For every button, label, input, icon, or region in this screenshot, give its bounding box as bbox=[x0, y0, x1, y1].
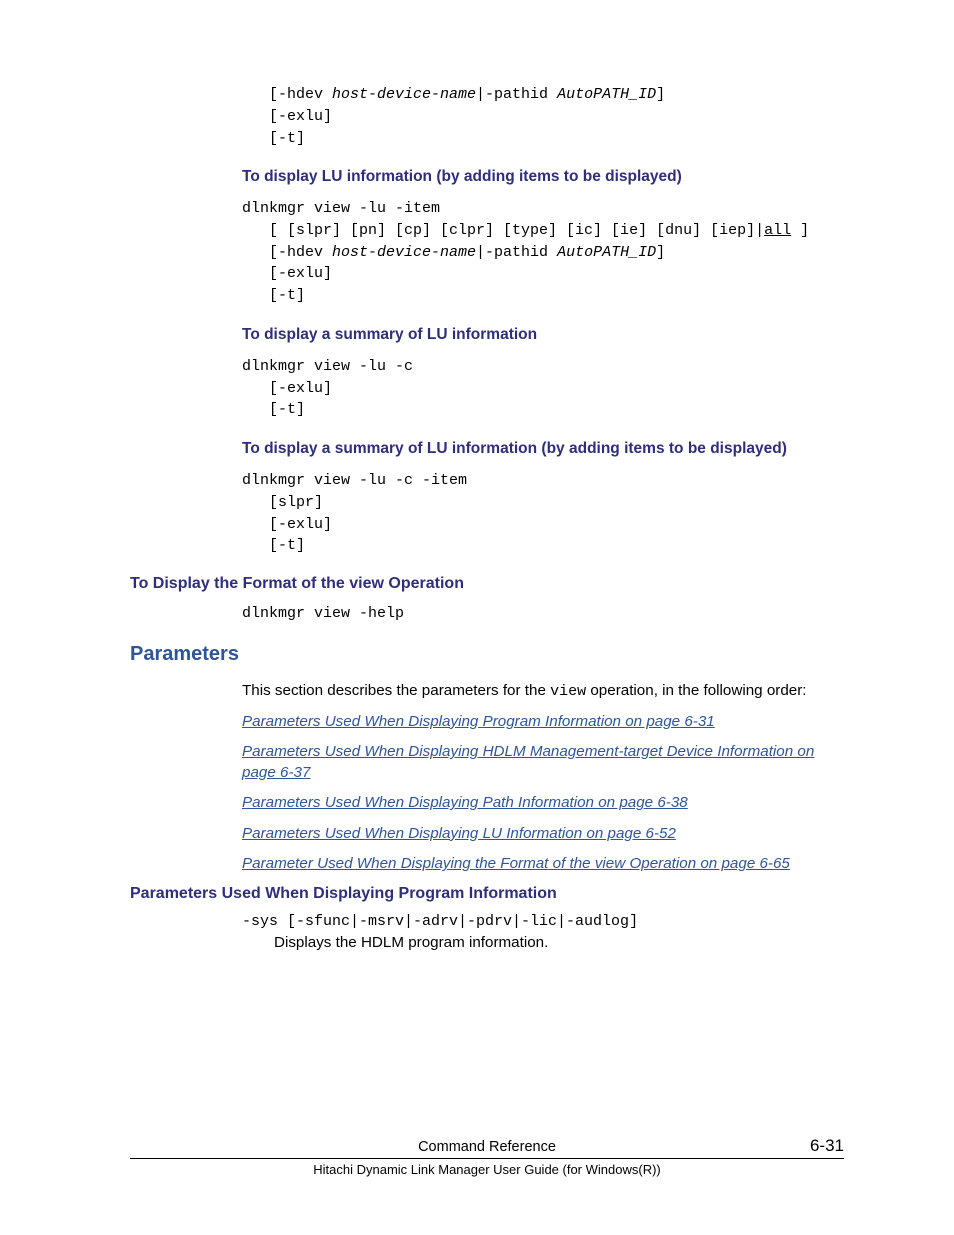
footer-chapter: Command Reference bbox=[190, 1139, 784, 1155]
heading-program-info-params: Parameters Used When Displaying Program … bbox=[130, 885, 844, 903]
heading-parameters: Parameters bbox=[130, 643, 844, 666]
heading-view-format: To Display the Format of the view Operat… bbox=[130, 575, 844, 593]
option-sys-desc: Displays the HDLM program information. bbox=[274, 934, 844, 951]
footer-doc-title: Hitachi Dynamic Link Manager User Guide … bbox=[130, 1159, 844, 1177]
heading-lu-summary: To display a summary of LU information bbox=[242, 325, 844, 346]
link-path-info[interactable]: Parameters Used When Displaying Path Inf… bbox=[242, 793, 844, 814]
code-block-lu-summary: dlnkmgr view -lu -c [-exlu] [-t] bbox=[242, 356, 844, 421]
heading-lu-summary-items: To display a summary of LU information (… bbox=[242, 439, 844, 460]
code-block-lu-info-items: dlnkmgr view -lu -item [ [slpr] [pn] [cp… bbox=[242, 198, 844, 307]
link-program-info[interactable]: Parameters Used When Displaying Program … bbox=[242, 712, 844, 733]
code-block-lu-summary-items: dlnkmgr view -lu -c -item [slpr] [-exlu]… bbox=[242, 470, 844, 557]
parameters-intro: This section describes the parameters fo… bbox=[242, 680, 844, 702]
link-view-format[interactable]: Parameter Used When Displaying the Forma… bbox=[242, 854, 844, 875]
option-sys-syntax: -sys [-sfunc|-msrv|-adrv|-pdrv|-lic|-aud… bbox=[242, 913, 844, 930]
footer-page-number: 6-31 bbox=[784, 1136, 844, 1156]
heading-lu-info-items: To display LU information (by adding ite… bbox=[242, 167, 844, 188]
option-sys: -sys [-sfunc|-msrv|-adrv|-pdrv|-lic|-aud… bbox=[242, 913, 844, 951]
code-block-view-help: dlnkmgr view -help bbox=[242, 603, 844, 625]
link-lu-info[interactable]: Parameters Used When Displaying LU Infor… bbox=[242, 824, 844, 845]
link-hdlm-device-info[interactable]: Parameters Used When Displaying HDLM Man… bbox=[242, 742, 844, 783]
code-block-lu-info: [-hdev host-device-name|-pathid AutoPATH… bbox=[242, 84, 844, 149]
page-footer: Command Reference 6-31 Hitachi Dynamic L… bbox=[130, 1136, 844, 1177]
